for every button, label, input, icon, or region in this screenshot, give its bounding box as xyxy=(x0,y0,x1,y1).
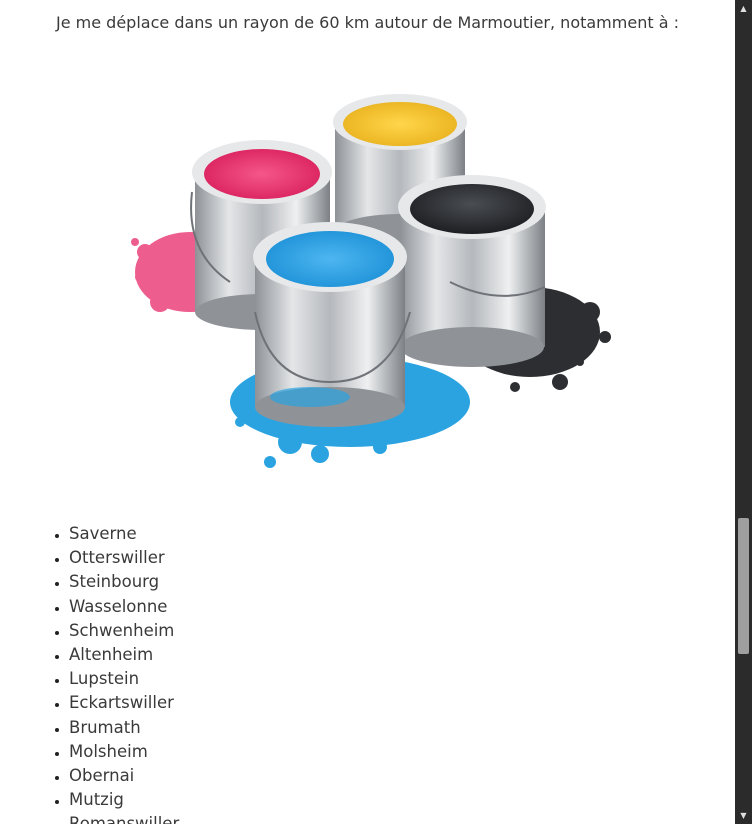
paint-cans-image xyxy=(131,94,611,468)
towns-list: Saverne Otterswiller Steinbourg Wasselon… xyxy=(22,522,179,824)
black-paint-can xyxy=(398,175,546,367)
scrollbar-thumb[interactable] xyxy=(738,518,749,654)
scroll-up-arrow-icon[interactable]: ▲ xyxy=(735,0,752,17)
list-item: Otterswiller xyxy=(69,546,179,570)
list-item: Schwenheim xyxy=(69,619,179,643)
list-item: Lupstein xyxy=(69,667,179,691)
list-item: Brumath xyxy=(69,716,179,740)
intro-text: Je me déplace dans un rayon de 60 km aut… xyxy=(56,13,679,32)
list-item: Eckartswiller xyxy=(69,691,179,715)
page-content: Je me déplace dans un rayon de 60 km aut… xyxy=(0,0,735,824)
vertical-scrollbar[interactable]: ▲ ▼ xyxy=(735,0,752,824)
list-item: Altenheim xyxy=(69,643,179,667)
list-item: Romanswiller xyxy=(69,812,179,824)
list-item: Molsheim xyxy=(69,740,179,764)
list-item: Obernai xyxy=(69,764,179,788)
list-item: Steinbourg xyxy=(69,570,179,594)
cyan-paint-can xyxy=(253,222,411,427)
scroll-down-arrow-icon[interactable]: ▼ xyxy=(735,807,752,824)
list-item: Mutzig xyxy=(69,788,179,812)
list-item: Saverne xyxy=(69,522,179,546)
list-item: Wasselonne xyxy=(69,595,179,619)
